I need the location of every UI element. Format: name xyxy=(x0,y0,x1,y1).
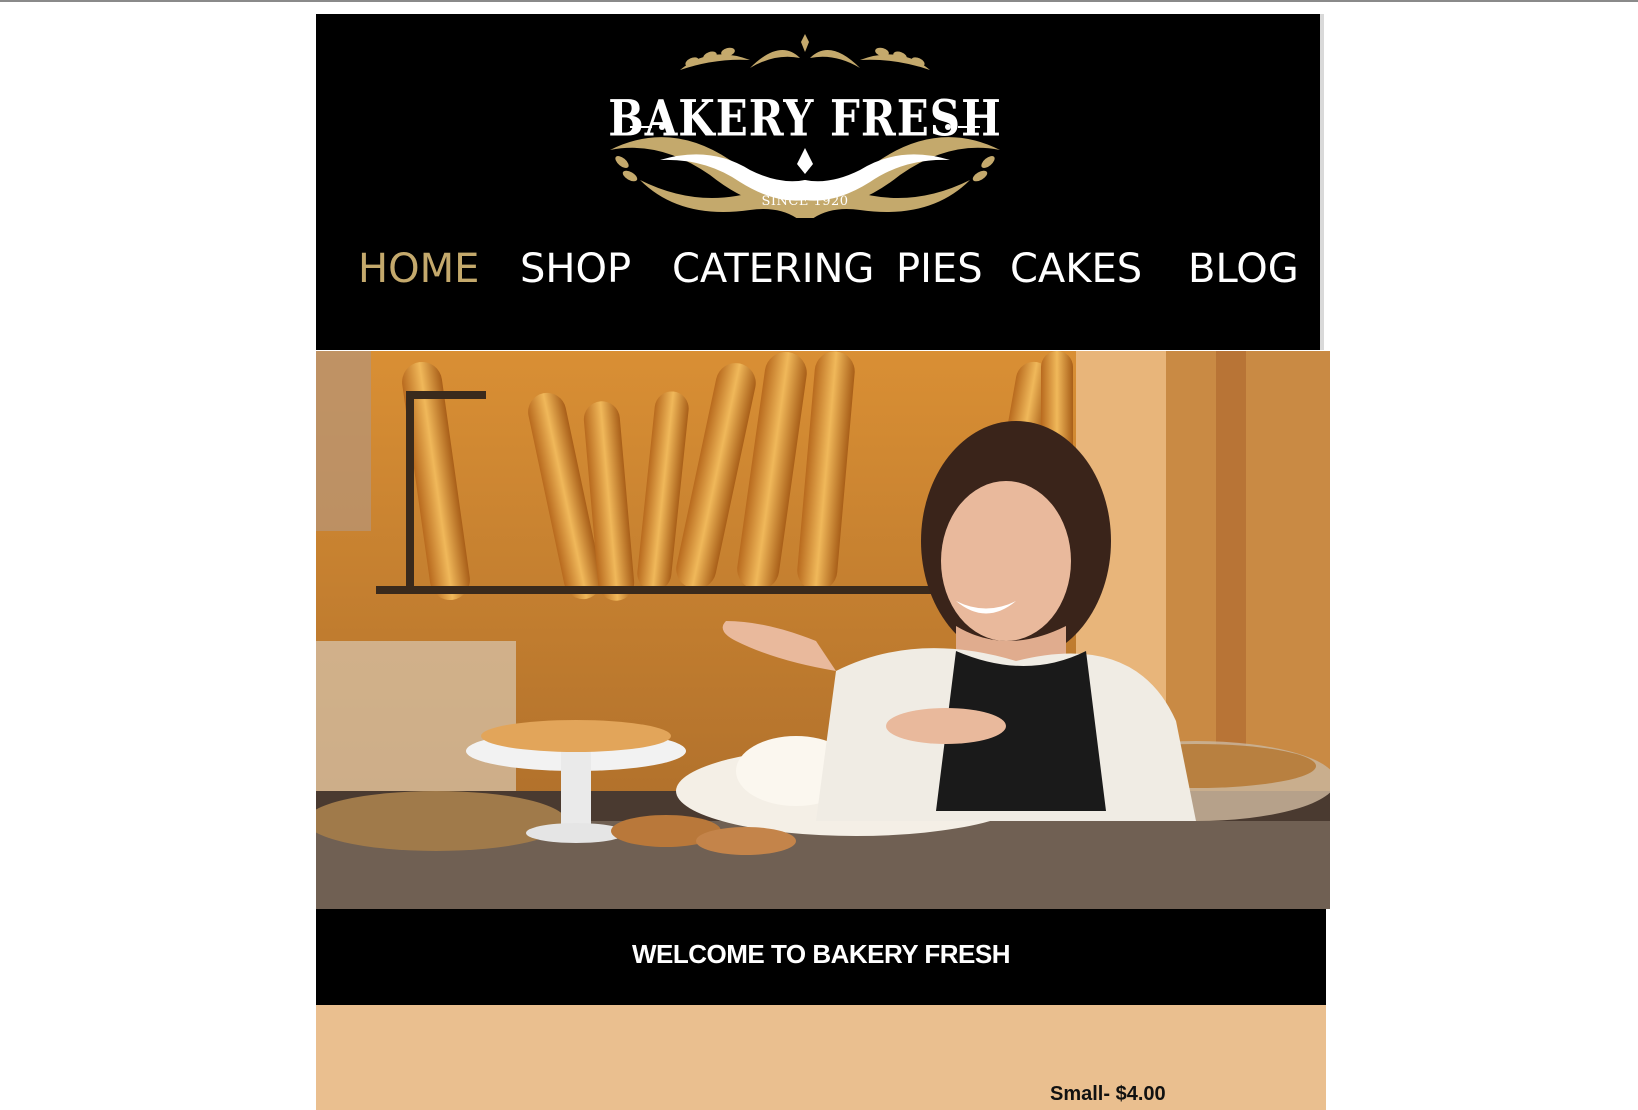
nav-home[interactable]: HOME xyxy=(358,246,479,292)
price-small: Small- $4.00 xyxy=(1050,1083,1166,1105)
welcome-banner: WELCOME TO BAKERY FRESH xyxy=(316,909,1326,1005)
bakery-photo-illustration xyxy=(316,351,1330,909)
nav-shop[interactable]: SHOP xyxy=(520,246,631,292)
logo-text: BAKERY FRESH xyxy=(608,89,1002,148)
logo[interactable]: BAKERY FRESH SINCE 1920 xyxy=(600,30,1010,225)
logo-since-text: SINCE 1920 xyxy=(761,194,849,209)
welcome-title: WELCOME TO BAKERY FRESH xyxy=(631,939,1011,969)
nav-catering[interactable]: CATERING xyxy=(672,246,874,292)
hero-image xyxy=(316,351,1330,909)
nav-pies[interactable]: PIES xyxy=(896,246,983,292)
header-edge xyxy=(1320,14,1324,350)
nav-blog[interactable]: BLOG xyxy=(1188,246,1299,292)
product-panel: Small- $4.00 xyxy=(316,1005,1326,1110)
main-nav: HOME SHOP CATERING PIES CAKES BLOG xyxy=(316,246,1320,306)
window-top-border xyxy=(0,0,1638,2)
site-header: BAKERY FRESH SINCE 1920 HOME SHOP CATERI… xyxy=(316,14,1320,350)
page: BAKERY FRESH SINCE 1920 HOME SHOP CATERI… xyxy=(316,14,1330,1110)
nav-cakes[interactable]: CAKES xyxy=(1010,246,1142,292)
